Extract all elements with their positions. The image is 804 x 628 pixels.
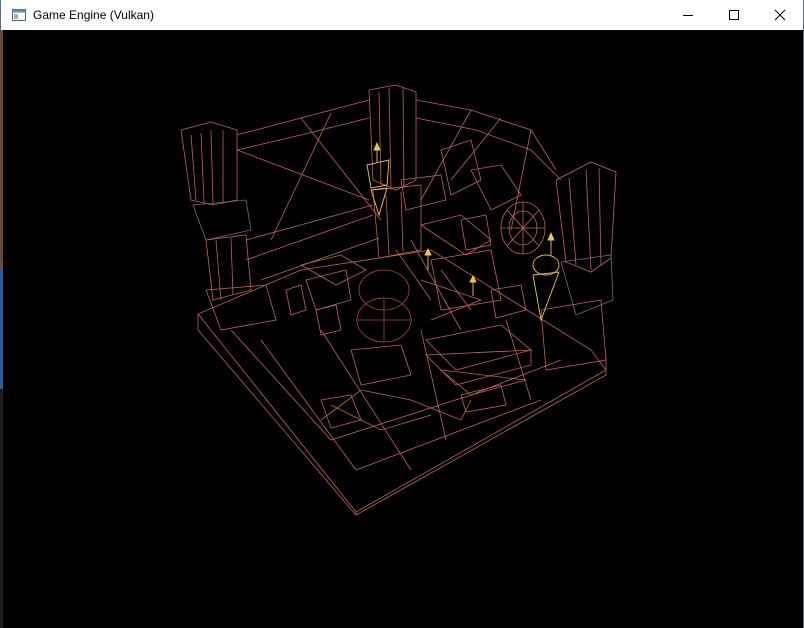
title-bar[interactable]: Game Engine (Vulkan) — [1, 0, 803, 30]
close-icon — [774, 9, 786, 21]
caption-buttons — [665, 0, 803, 30]
wireframe-scene — [180, 84, 617, 516]
close-button[interactable] — [757, 0, 803, 30]
maximize-icon — [729, 10, 739, 20]
app-window: Game Engine (Vulkan) — [0, 0, 804, 628]
center-props — [299, 214, 532, 413]
sconce-center — [424, 247, 477, 296]
spinning-wheel — [440, 139, 546, 255]
minimize-icon — [683, 15, 693, 16]
upper-beams — [236, 99, 562, 281]
sconce-right — [532, 231, 560, 322]
render-viewport[interactable] — [1, 30, 803, 628]
floor-slab — [197, 249, 607, 516]
sconce-back — [366, 141, 390, 217]
minimize-button[interactable] — [665, 0, 711, 30]
pillar-back — [368, 84, 422, 259]
desktop-edge — [0, 30, 3, 628]
window-title: Game Engine (Vulkan) — [33, 8, 154, 22]
maximize-button[interactable] — [711, 0, 757, 30]
window-app-icon — [11, 7, 27, 23]
pillar-right — [540, 161, 617, 371]
pillar-left — [180, 121, 277, 331]
